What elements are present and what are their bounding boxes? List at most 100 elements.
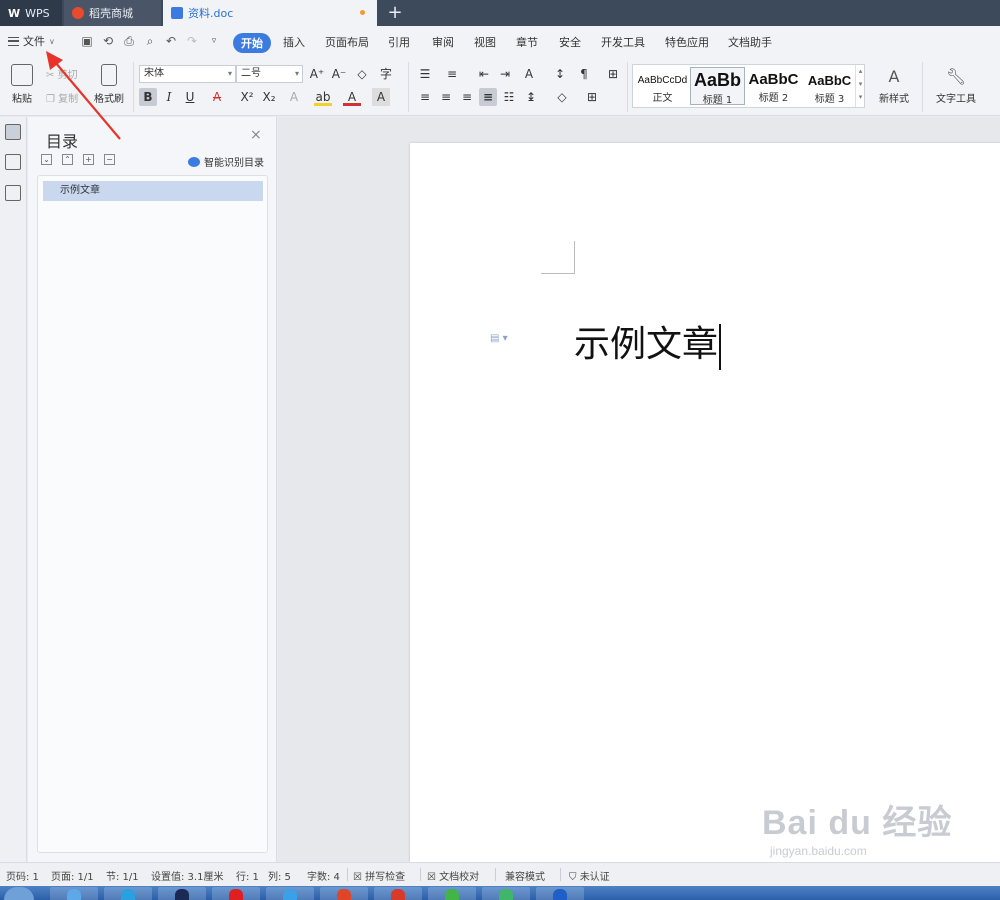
tab-insert[interactable]: 插入	[283, 34, 305, 50]
tab-section[interactable]: 章节	[516, 34, 538, 50]
status-col: 列: 5	[268, 872, 291, 883]
align-center-icon[interactable]: ≡	[437, 88, 455, 106]
tab-page-layout[interactable]: 页面布局	[325, 34, 369, 50]
paragraph-handle-icon[interactable]: ▤ ▾	[490, 333, 508, 344]
char-shading-button[interactable]: A	[372, 88, 390, 106]
taskbar-wps[interactable]	[374, 887, 422, 900]
increase-indent-icon[interactable]: ⇥	[496, 65, 514, 83]
align-right-icon[interactable]: ≡	[458, 88, 476, 106]
tab-developer-tools[interactable]: 开发工具	[601, 34, 645, 50]
new-style-button[interactable]: A 新样式	[874, 64, 914, 105]
style-heading-2[interactable]: AaBbC 标题 2	[746, 67, 801, 105]
font-name-select[interactable]: 宋体	[139, 65, 236, 83]
file-menu-button[interactable]: 文件 ∨	[8, 33, 55, 49]
text-tools-button[interactable]: 🔧︎ 文字工具	[930, 64, 982, 105]
document-page[interactable]: ▤ ▾ 示例文章	[410, 143, 1000, 862]
expand-down-icon[interactable]: ⌄	[41, 154, 52, 165]
export-pdf-icon[interactable]: ⟲	[101, 34, 115, 48]
style-heading-3[interactable]: AaBbC 标题 3	[802, 67, 857, 105]
cut-button[interactable]: ✂ 剪切	[46, 66, 78, 81]
copy-button[interactable]: ❐ 复制	[46, 90, 78, 105]
align-left-icon[interactable]: ≡	[416, 88, 434, 106]
tab-featured-apps[interactable]: 特色应用	[665, 34, 709, 50]
shading-icon[interactable]: ◇	[553, 88, 571, 106]
collapse-up-icon[interactable]: ⌃	[62, 154, 73, 165]
taskbar-app-red[interactable]	[212, 887, 260, 900]
new-tab-button[interactable]: +	[384, 2, 406, 24]
tab-document[interactable]: 资料.doc	[163, 0, 377, 26]
redo-icon[interactable]: ↷	[185, 34, 199, 48]
table-layout-icon[interactable]: ⊞	[604, 65, 622, 83]
close-icon[interactable]: ×	[250, 127, 262, 143]
borders-icon[interactable]: ⊞	[583, 88, 601, 106]
font-color-button[interactable]: A	[343, 88, 361, 106]
bold-button[interactable]: B	[139, 88, 157, 106]
spell-check-button[interactable]: ☒ 拼写检查	[353, 868, 405, 883]
bullet-list-icon[interactable]: ☰	[416, 65, 434, 83]
style-scroll-icon[interactable]: ▴ ▾ ▾	[855, 65, 865, 107]
style-normal[interactable]: AaBbCcDd 正文	[635, 67, 690, 105]
app-red-icon	[229, 889, 243, 900]
highlight-button[interactable]: ab	[314, 88, 332, 106]
unsaved-dot-icon	[360, 10, 365, 15]
toc-panel-icon[interactable]	[5, 124, 21, 140]
underline-button[interactable]: U	[181, 88, 199, 106]
document-text: 示例文章	[574, 324, 719, 365]
toc-panel: 目录 × ⌄ ⌃ + − 智能识别目录 示例文章	[28, 117, 277, 862]
sort-icon[interactable]: ↕	[551, 65, 569, 83]
chapter-panel-icon[interactable]	[5, 154, 21, 170]
print-preview-icon[interactable]: ⌕	[143, 34, 157, 48]
chinese-layout-icon[interactable]: A	[520, 65, 538, 83]
tab-doc-assistant[interactable]: 文档助手	[728, 34, 772, 50]
add-heading-icon[interactable]: +	[83, 154, 94, 165]
distribute-icon[interactable]: ☷	[500, 88, 518, 106]
line-spacing-icon[interactable]: ↨	[522, 88, 540, 106]
strikethrough-button[interactable]: A	[208, 88, 226, 106]
undo-icon[interactable]: ↶	[164, 34, 178, 48]
grow-font-icon[interactable]: A⁺	[308, 65, 326, 83]
toc-item[interactable]: 示例文章	[43, 181, 263, 201]
document-title-text[interactable]: 示例文章	[574, 315, 721, 370]
clear-format-icon[interactable]: ◇	[353, 65, 371, 83]
taskbar-ie[interactable]	[50, 887, 98, 900]
superscript-button[interactable]: X²	[238, 88, 256, 106]
taskbar-app-blue[interactable]	[266, 887, 314, 900]
shrink-font-icon[interactable]: A⁻	[330, 65, 348, 83]
tab-security[interactable]: 安全	[559, 34, 581, 50]
italic-button[interactable]: I	[160, 88, 178, 106]
customize-quick-access-icon[interactable]: ▿	[207, 34, 221, 48]
status-word-count[interactable]: 字数: 4	[307, 868, 340, 883]
doc-proof-button[interactable]: ☒ 文档校对	[427, 868, 479, 883]
show-hide-marks-icon[interactable]: ¶	[575, 65, 593, 83]
save-icon[interactable]: ▣	[80, 34, 94, 48]
taskbar-wechat[interactable]	[428, 887, 476, 900]
subscript-button[interactable]: X₂	[260, 88, 278, 106]
certification-status[interactable]: ⛉ 未认证	[569, 868, 610, 883]
tab-view[interactable]: 视图	[474, 34, 496, 50]
paste-button[interactable]: 粘贴	[4, 64, 40, 105]
decrease-indent-icon[interactable]: ⇤	[475, 65, 493, 83]
numbered-list-icon[interactable]: ≡	[443, 65, 461, 83]
divider	[347, 868, 348, 881]
taskbar-browser[interactable]	[104, 887, 152, 900]
tab-start[interactable]: 开始	[233, 33, 271, 53]
taskbar-photoshop[interactable]	[158, 887, 206, 900]
phonetic-guide-icon[interactable]: 字	[377, 65, 395, 83]
taskbar-app-green[interactable]	[482, 887, 530, 900]
remove-heading-icon[interactable]: −	[104, 154, 115, 165]
start-button-icon[interactable]	[4, 887, 34, 900]
justify-icon[interactable]: ≡	[479, 88, 497, 106]
taskbar-app-chrome[interactable]	[320, 887, 368, 900]
text-effect-button[interactable]: A	[285, 88, 303, 106]
bookmark-icon[interactable]	[5, 185, 21, 201]
smart-toc-button[interactable]: 智能识别目录	[188, 154, 264, 169]
taskbar-app-shield[interactable]	[536, 887, 584, 900]
tab-review[interactable]: 审阅	[432, 34, 454, 50]
print-icon[interactable]: ⎙	[122, 34, 136, 48]
tab-daoke-store[interactable]: 稻壳商城	[64, 0, 161, 26]
tab-wps[interactable]: W WPS	[0, 0, 62, 26]
tab-references[interactable]: 引用	[388, 34, 410, 50]
font-size-select[interactable]: 二号	[236, 65, 303, 83]
style-heading-1[interactable]: AaBb 标题 1	[690, 67, 745, 106]
format-painter-button[interactable]: 格式刷	[89, 64, 129, 105]
